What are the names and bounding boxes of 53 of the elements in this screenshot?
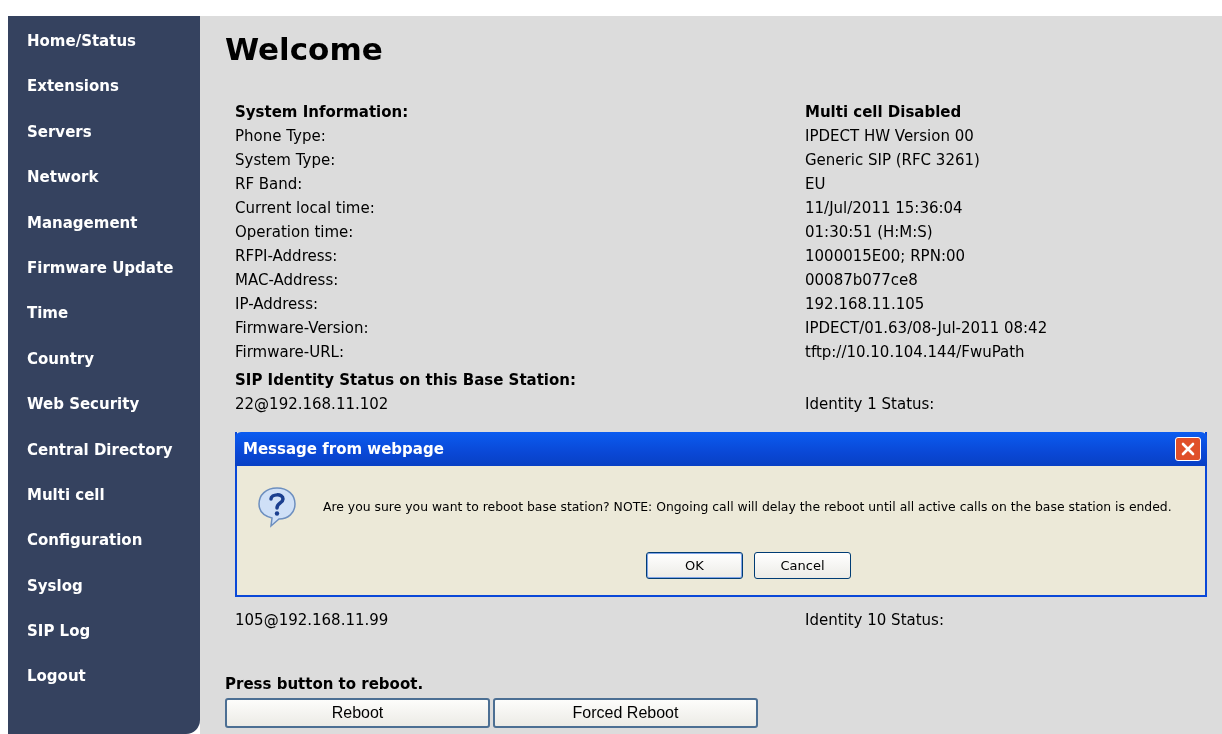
nav-link[interactable]: Logout xyxy=(8,664,86,710)
info-value: 192.168.11.105 xyxy=(805,295,925,313)
nav-link[interactable]: Home/Status xyxy=(8,29,136,75)
info-label: IP-Address: xyxy=(235,295,318,313)
info-label: System Type: xyxy=(235,151,336,169)
dialog-button[interactable]: OK xyxy=(646,552,743,579)
info-value: 11/Jul/2011 15:36:04 xyxy=(805,199,963,217)
nav-link[interactable]: Web Security xyxy=(8,392,140,438)
dialog-title: Message from webpage xyxy=(243,440,444,458)
info-value: tftp://10.10.104.144/FwuPath xyxy=(805,343,1025,361)
close-button[interactable] xyxy=(1175,437,1201,461)
nav-link[interactable]: Firmware Update xyxy=(8,255,174,302)
nav-link[interactable]: Central Directory xyxy=(8,437,173,483)
reboot-button[interactable]: Forced Reboot xyxy=(493,698,758,728)
info-label: Phone Type: xyxy=(235,127,326,145)
identity-status: Identity 1 Status: xyxy=(805,395,935,413)
info-label: RFPI-Address: xyxy=(235,247,338,265)
nav-link[interactable]: SIP Log xyxy=(8,619,91,665)
info-value: 00087b077ce8 xyxy=(805,271,918,289)
reboot-button[interactable]: Reboot xyxy=(225,698,490,728)
info-value: EU xyxy=(805,175,826,193)
info-value: Generic SIP (RFC 3261) xyxy=(805,151,980,169)
nav-link[interactable]: Time xyxy=(8,301,69,347)
nav-link[interactable]: Servers xyxy=(8,119,92,166)
info-value: IPDECT/01.63/08-Jul-2011 08:42 xyxy=(805,319,1048,337)
identity-address: 22@192.168.11.102 xyxy=(235,395,389,413)
dialog-message: Are you sure you want to reboot base station? NOTE: Ongoing call will delay the reboot until all active calls on the base station is ended. xyxy=(323,498,1172,514)
identity-status: Identity 10 Status: xyxy=(805,611,944,629)
info-label: Operation time: xyxy=(235,223,354,241)
info-label: MAC-Address: xyxy=(235,271,339,289)
close-icon xyxy=(1180,441,1196,457)
nav-link[interactable]: Syslog xyxy=(8,573,83,620)
page-title: Welcome xyxy=(225,30,383,68)
info-label: Current local time: xyxy=(235,199,375,217)
question-icon xyxy=(255,484,299,528)
nav-link[interactable]: Management xyxy=(8,210,138,256)
section-heading: SIP Identity Status on this Base Station: xyxy=(235,371,576,389)
reboot-prompt: Press button to reboot. xyxy=(225,674,424,694)
nav-link[interactable]: Network xyxy=(8,165,99,211)
info-label: RF Band: xyxy=(235,175,303,193)
status-text: Multi cell Disabled xyxy=(805,103,962,121)
nav-link[interactable]: Extensions xyxy=(8,74,119,120)
info-label: Firmware-Version: xyxy=(235,319,369,337)
info-value: 1000015E00; RPN:00 xyxy=(805,247,966,265)
dialog-button[interactable]: Cancel xyxy=(754,552,851,579)
identity-address: 105@192.168.11.99 xyxy=(235,611,389,629)
section-heading: System Information: xyxy=(235,103,409,121)
info-value: 01:30:51 (H:M:S) xyxy=(805,223,933,241)
nav-link[interactable]: Multi cell xyxy=(8,482,105,529)
nav-link[interactable]: Configuration xyxy=(8,528,143,574)
info-value: IPDECT HW Version 00 xyxy=(805,127,974,145)
info-label: Firmware-URL: xyxy=(235,343,344,361)
nav-link[interactable]: Country xyxy=(8,346,95,393)
